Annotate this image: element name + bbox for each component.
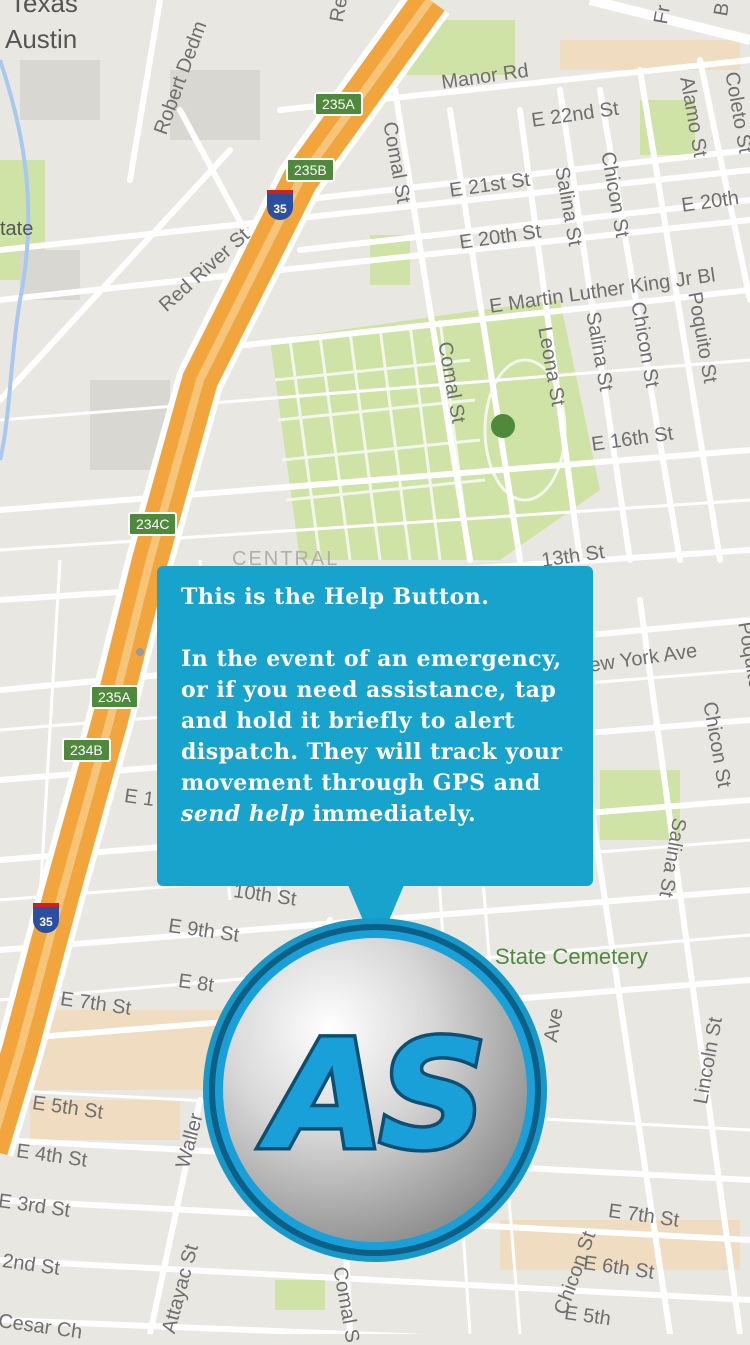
interstate-35-shield-icon: 35 bbox=[33, 903, 59, 933]
tooltip-title: This is the Help Button. bbox=[181, 584, 490, 610]
map-label-texas: Texas bbox=[10, 0, 78, 18]
help-button[interactable]: AS bbox=[200, 915, 550, 1265]
help-button-logo-text: AS bbox=[259, 1009, 481, 1183]
as-logo-icon: AS bbox=[203, 918, 547, 1262]
map-label-re: Re bbox=[326, 0, 353, 24]
map-label-state: tate bbox=[0, 218, 34, 240]
tooltip-body: In the event of an emergency, or if you … bbox=[181, 644, 569, 830]
tooltip-body-text: In the event of an emergency, or if you … bbox=[181, 646, 563, 796]
exit-shield-234c: 234C bbox=[128, 512, 178, 536]
exit-shield-234b: 234B bbox=[62, 738, 111, 762]
tooltip-body-text-end: immediately. bbox=[304, 801, 477, 827]
map-label-fr: Fr bbox=[650, 3, 675, 26]
exit-shield-235a-top: 235A bbox=[314, 92, 363, 116]
help-tooltip: This is the Help Button. In the event of… bbox=[157, 566, 593, 886]
tooltip-body-emphasis: send help bbox=[181, 801, 305, 827]
map-label-austin: Austin bbox=[5, 24, 78, 54]
exit-shield-235a-mid: 235A bbox=[90, 685, 139, 709]
interstate-35-shield-icon: 35 bbox=[267, 190, 293, 220]
map-label-e1: E 1 bbox=[122, 785, 156, 811]
exit-shield-235b: 235B bbox=[286, 158, 335, 182]
